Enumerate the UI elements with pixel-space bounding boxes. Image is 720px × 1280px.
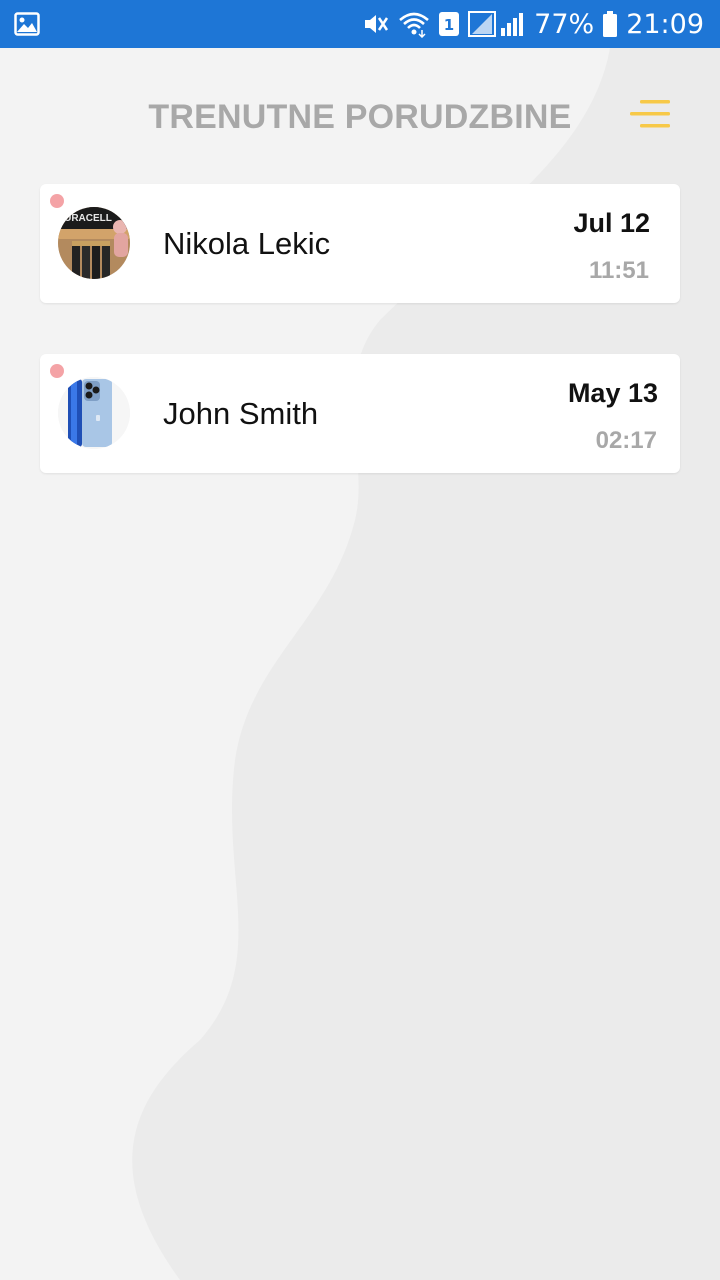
menu-button[interactable] (626, 96, 674, 132)
order-time: 11:51 (588, 257, 649, 284)
unread-indicator (50, 194, 64, 208)
unread-indicator (50, 364, 64, 378)
wifi-icon (398, 10, 430, 38)
orders-list: URACELL Nikola Lekic Jul 12 11:51 John S… (40, 184, 680, 524)
battery-percent: 77% (534, 8, 595, 40)
order-date: Jul 12 (573, 208, 650, 238)
page-title: TRENUTNE PORUDZBINE (148, 98, 572, 136)
svg-text:URACELL: URACELL (64, 213, 112, 224)
order-card[interactable]: John Smith May 13 02:17 (40, 354, 680, 473)
clock: 21:09 (626, 8, 704, 40)
customer-name: Nikola Lekic (163, 226, 331, 261)
menu-icon (630, 100, 670, 128)
status-bar: 1 77% 21:09 (0, 0, 720, 48)
battery-icon (602, 10, 618, 38)
order-time: 02:17 (595, 427, 657, 454)
phone-product-image (58, 377, 130, 449)
customer-name: John Smith (163, 396, 319, 431)
mute-vibrate-icon (362, 10, 390, 38)
order-card[interactable]: URACELL Nikola Lekic Jul 12 11:51 (40, 184, 680, 303)
order-date: May 13 (567, 378, 658, 408)
header: TRENUTNE PORUDZBINE (0, 48, 720, 184)
signal-icon (468, 10, 526, 38)
sim-slot-label: 1 (444, 16, 454, 34)
gallery-icon (14, 12, 40, 36)
batteries-product-image: URACELL (58, 207, 130, 279)
sim-icon: 1 (438, 11, 460, 37)
